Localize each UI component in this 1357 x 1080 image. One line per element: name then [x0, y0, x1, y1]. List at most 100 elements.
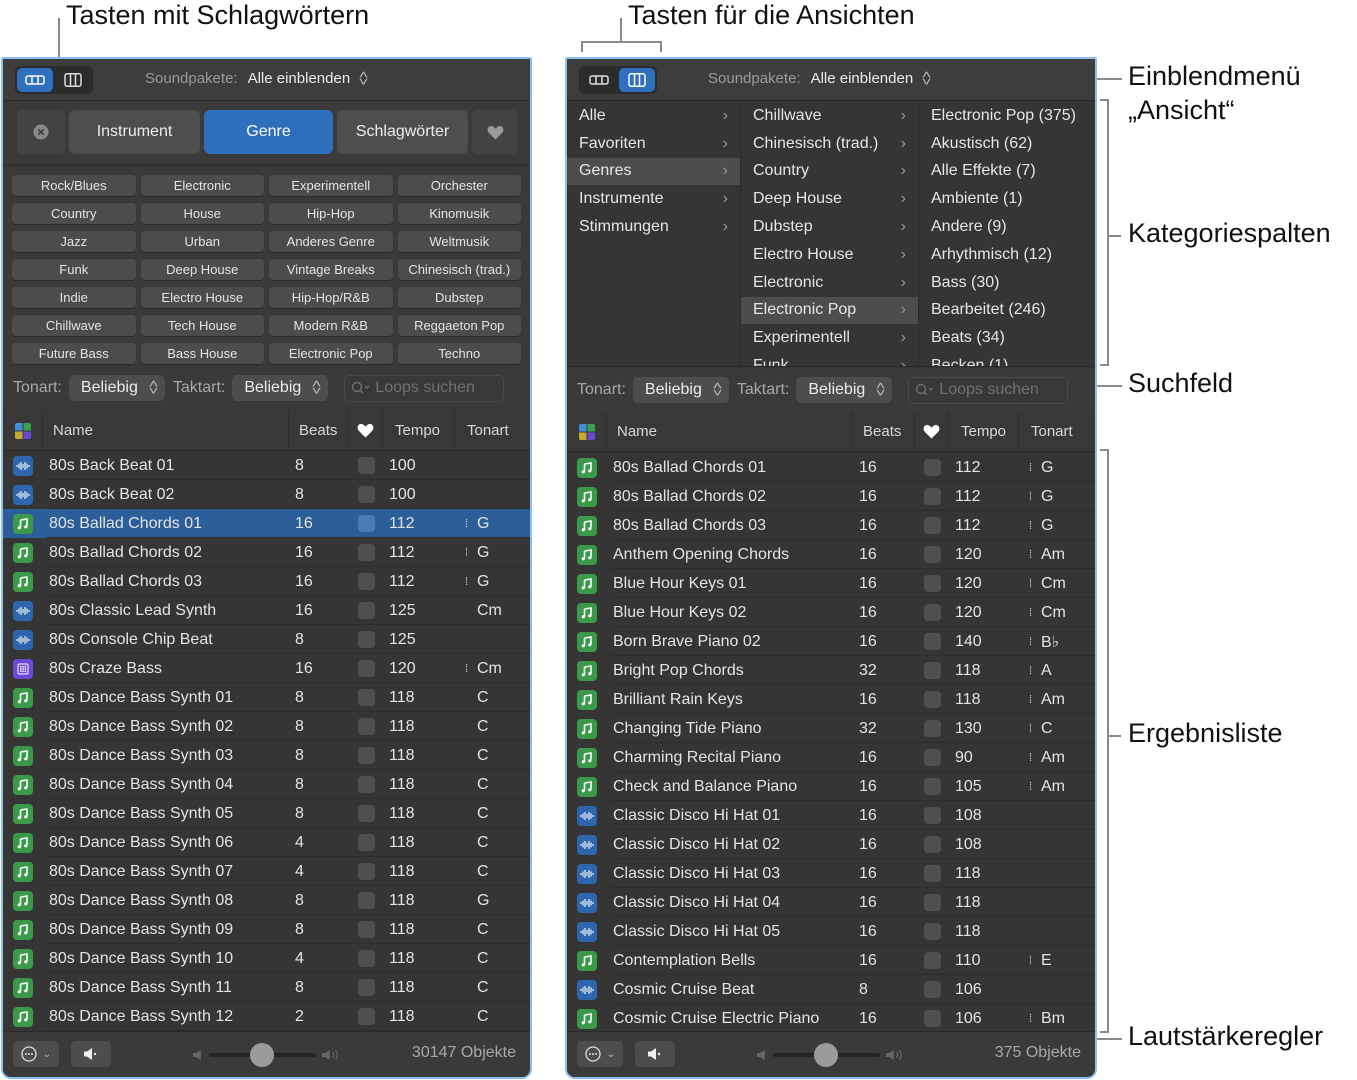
favorite-checkbox[interactable] — [923, 952, 941, 969]
category-item[interactable]: Dubstep › — [741, 213, 918, 241]
table-row[interactable]: Changing Tide Piano 32 130 ⁞ C — [567, 714, 1095, 743]
table-row[interactable]: 80s Ballad Chords 03 16 112 ⁞ G — [3, 567, 530, 596]
column-view-button[interactable] — [619, 68, 655, 92]
category-item[interactable]: Chinesisch (trad.) › — [741, 130, 918, 158]
search-field[interactable] — [908, 376, 1069, 404]
favorite-checkbox[interactable] — [923, 1010, 941, 1027]
favorite-checkbox[interactable] — [923, 836, 941, 853]
category-item[interactable]: Akustisch (62) — [919, 130, 1095, 158]
keyword-button[interactable]: Experimentell — [269, 175, 393, 196]
keyword-button[interactable]: Vintage Breaks — [269, 259, 393, 280]
signature-popup[interactable]: Beliebig ˄ ˅ — [796, 377, 893, 403]
column-beats[interactable]: Beats — [289, 411, 349, 450]
keyword-button[interactable]: Anderes Genre — [269, 231, 393, 252]
favorite-checkbox[interactable] — [357, 457, 375, 474]
keyword-button[interactable]: Orchester — [397, 175, 521, 196]
favorite-checkbox[interactable] — [357, 660, 375, 677]
favorite-checkbox[interactable] — [923, 778, 941, 795]
favorite-checkbox[interactable] — [357, 950, 375, 967]
volume-slider[interactable] — [757, 1043, 907, 1067]
favorite-checkbox[interactable] — [923, 807, 941, 824]
keyword-button[interactable]: Chillwave — [12, 315, 136, 336]
keyword-button[interactable]: Dubstep — [397, 287, 521, 308]
favorite-checkbox[interactable] — [357, 689, 375, 706]
keyword-button[interactable]: Deep House — [140, 259, 264, 280]
key-popup[interactable]: Beliebig ˄ ˅ — [68, 375, 165, 401]
table-row[interactable]: 80s Back Beat 01 8 100 — [3, 451, 530, 480]
favorite-checkbox[interactable] — [357, 747, 375, 764]
column-tempo[interactable]: Tempo — [383, 411, 455, 450]
favorite-checkbox[interactable] — [923, 749, 941, 766]
volume-slider[interactable] — [193, 1043, 343, 1067]
category-item[interactable]: Arhythmisch (12) — [919, 241, 1095, 269]
keyword-button[interactable]: Chinesisch (trad.) — [397, 259, 521, 280]
soundpacks-value[interactable]: Alle einblenden — [248, 70, 351, 87]
table-row[interactable]: 80s Dance Bass Synth 03 8 118 C — [3, 741, 530, 770]
table-row[interactable]: 80s Classic Lead Synth 16 125 Cm — [3, 596, 530, 625]
category-item[interactable]: Chillwave › — [741, 102, 918, 130]
table-row[interactable]: 80s Dance Bass Synth 02 8 118 C — [3, 712, 530, 741]
column-key[interactable]: Tonart — [1019, 412, 1095, 451]
favorite-checkbox[interactable] — [923, 604, 941, 621]
more-options-button[interactable]: ⌄ — [13, 1041, 59, 1067]
favorite-checkbox[interactable] — [923, 923, 941, 940]
category-item[interactable]: Country › — [741, 158, 918, 186]
category-item[interactable]: Beats (34) — [919, 324, 1095, 352]
table-row[interactable]: Contemplation Bells 16 110 ⁞ E — [567, 946, 1095, 975]
keyword-button[interactable]: Jazz — [12, 231, 136, 252]
keyword-button[interactable]: Techno — [397, 343, 521, 364]
table-row[interactable]: Classic Disco Hi Hat 05 16 118 — [567, 917, 1095, 946]
button-view-button[interactable] — [581, 68, 617, 92]
table-row[interactable]: 80s Ballad Chords 02 16 112 ⁞ G — [3, 538, 530, 567]
keyword-button[interactable]: Hip-Hop/R&B — [269, 287, 393, 308]
key-popup[interactable]: Beliebig ˄ ˅ — [632, 377, 729, 403]
category-item[interactable]: Ambiente (1) — [919, 185, 1095, 213]
favorite-checkbox[interactable] — [923, 633, 941, 650]
table-row[interactable]: 80s Dance Bass Synth 10 4 118 C — [3, 944, 530, 973]
keyword-button[interactable]: Electronic Pop — [269, 343, 393, 364]
table-row[interactable]: 80s Dance Bass Synth 05 8 118 C — [3, 799, 530, 828]
keyword-button[interactable]: Indie — [12, 287, 136, 308]
table-row[interactable]: Classic Disco Hi Hat 02 16 108 — [567, 830, 1095, 859]
table-row[interactable]: 80s Dance Bass Synth 12 2 118 C — [3, 1002, 530, 1031]
favorite-checkbox[interactable] — [923, 459, 941, 476]
favorite-checkbox[interactable] — [357, 544, 375, 561]
favorite-checkbox[interactable] — [923, 720, 941, 737]
favorite-checkbox[interactable] — [357, 573, 375, 590]
category-item[interactable]: Alle Effekte (7) — [919, 158, 1095, 186]
column-tempo[interactable]: Tempo — [949, 412, 1019, 451]
table-row[interactable]: 80s Ballad Chords 01 16 112 ⁞ G — [567, 453, 1095, 482]
column-favorite[interactable] — [349, 411, 383, 450]
button-view-button[interactable] — [17, 68, 53, 92]
tab-genre[interactable]: Genre — [204, 110, 333, 154]
column-favorite[interactable] — [915, 412, 949, 451]
table-row[interactable]: 80s Dance Bass Synth 01 8 118 C — [3, 683, 530, 712]
soundpacks-value[interactable]: Alle einblenden — [811, 70, 914, 87]
column-name[interactable]: Name — [43, 411, 289, 450]
favorite-checkbox[interactable] — [357, 776, 375, 793]
reset-button[interactable] — [17, 110, 65, 154]
keyword-button[interactable]: Hip-Hop — [269, 203, 393, 224]
table-row[interactable]: Brilliant Rain Keys 16 118 ⁞ Am — [567, 685, 1095, 714]
favorite-checkbox[interactable] — [923, 865, 941, 882]
category-item[interactable]: Electronic Pop (375) — [919, 102, 1095, 130]
category-item[interactable]: Deep House › — [741, 185, 918, 213]
volume-track[interactable] — [208, 1043, 316, 1067]
category-item[interactable]: Andere (9) — [919, 213, 1095, 241]
favorite-checkbox[interactable] — [357, 834, 375, 851]
column-name[interactable]: Name — [607, 412, 853, 451]
keyword-button[interactable]: Future Bass — [12, 343, 136, 364]
search-input[interactable] — [939, 381, 1060, 399]
category-item[interactable]: Bass (30) — [919, 269, 1095, 297]
table-row[interactable]: 80s Ballad Chords 02 16 112 ⁞ G — [567, 482, 1095, 511]
favorites-button[interactable] — [472, 110, 518, 154]
signature-popup[interactable]: Beliebig ˄ ˅ — [232, 375, 329, 401]
category-item[interactable]: Instrumente › — [567, 185, 740, 213]
favorite-checkbox[interactable] — [357, 863, 375, 880]
keyword-button[interactable]: Country — [12, 203, 136, 224]
tab-instrument[interactable]: Instrument — [69, 110, 200, 154]
favorite-checkbox[interactable] — [357, 979, 375, 996]
category-item[interactable]: Genres › — [567, 157, 740, 186]
category-item[interactable]: Electro House › — [741, 241, 918, 269]
search-field[interactable] — [344, 374, 505, 402]
